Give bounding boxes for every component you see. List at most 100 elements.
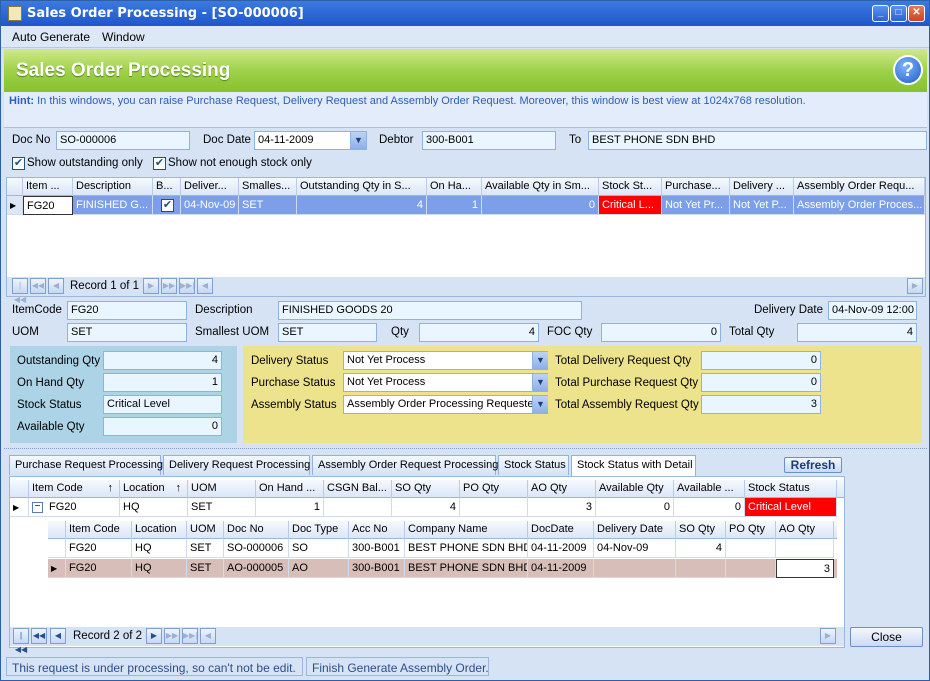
col-header[interactable]: Assembly Order Requ... — [794, 178, 925, 196]
col-header[interactable]: Acc No — [349, 521, 405, 539]
smallest-uom-field[interactable]: SET — [278, 323, 377, 342]
cell[interactable] — [726, 559, 776, 578]
cell[interactable]: ✔ — [153, 196, 181, 215]
cell[interactable]: Critical Level — [745, 498, 837, 517]
delivery-date-field[interactable]: 04-Nov-09 12:00 — [828, 301, 917, 320]
cell[interactable]: HQ — [132, 539, 187, 558]
col-header[interactable]: UOM — [187, 521, 224, 539]
col-header[interactable]: Purchase... — [662, 178, 730, 196]
col-header[interactable]: Stock Status — [745, 480, 837, 498]
table-row[interactable]: ▶ FG20 FINISHED G... ✔ 04-Nov-09 SET 4 1… — [7, 196, 925, 215]
tab-stock-status[interactable]: Stock Status — [498, 455, 569, 475]
col-header[interactable]: Doc No — [224, 521, 289, 539]
cell[interactable]: 04-11-2009 — [528, 559, 594, 578]
col-header[interactable]: Location — [132, 521, 187, 539]
uom-field[interactable]: SET — [67, 323, 187, 342]
cell[interactable]: FG20 — [23, 196, 73, 215]
onhand-field[interactable]: 1 — [103, 373, 222, 392]
total-qty-field[interactable]: 4 — [797, 323, 917, 342]
prev-record-icon[interactable]: ◀ — [48, 278, 64, 294]
col-header[interactable]: PO Qty — [460, 480, 528, 498]
cell[interactable] — [776, 539, 834, 558]
cell[interactable] — [726, 539, 776, 558]
cell[interactable]: 04-Nov-09 — [181, 196, 239, 215]
col-header[interactable]: Company Name — [405, 521, 528, 539]
cell[interactable]: 4 — [676, 539, 726, 558]
first-record-icon[interactable]: |◀◀ — [12, 278, 28, 304]
cell[interactable]: BEST PHONE SDN BHD — [405, 559, 528, 578]
row-checkbox[interactable]: ✔ — [161, 199, 174, 212]
prev-page-icon[interactable]: ◀◀ — [30, 278, 46, 294]
date-dropdown-icon[interactable]: ▼ — [350, 132, 366, 149]
assembly-status-select[interactable]: Assembly Order Processing Requested — [343, 395, 548, 414]
cell[interactable]: AO-000005 — [224, 559, 289, 578]
next-page-icon[interactable]: ▶▶ — [161, 278, 177, 294]
table-row[interactable]: ▶ − FG20 HQ SET 1 4 3 0 0 Critical Level — [10, 498, 844, 517]
col-header[interactable]: Smalles... — [239, 178, 297, 196]
cell[interactable]: 04-Nov-09 — [594, 539, 676, 558]
scroll-left-icon[interactable]: ◀ — [197, 278, 213, 294]
cell[interactable]: 1 — [256, 498, 324, 517]
cell[interactable]: HQ — [132, 559, 187, 578]
col-header[interactable]: On Hand ... — [256, 480, 324, 498]
cell[interactable]: − FG20 — [29, 498, 120, 517]
itemcode-field[interactable]: FG20 — [67, 301, 187, 320]
menu-window[interactable]: Window — [102, 30, 145, 44]
cell[interactable]: 1 — [427, 196, 482, 215]
total-delivery-field[interactable]: 0 — [701, 351, 821, 370]
col-header[interactable]: SO Qty — [676, 521, 726, 539]
maximize-icon[interactable]: □ — [890, 5, 907, 22]
not-enough-checkbox[interactable]: ✔ — [153, 157, 166, 170]
scroll-left-icon[interactable]: ◀ — [200, 628, 216, 644]
help-icon[interactable]: ? — [893, 55, 923, 85]
cell[interactable]: Not Yet Pr... — [662, 196, 730, 215]
last-record-icon[interactable]: ▶▶| — [182, 628, 198, 644]
collapse-icon[interactable]: − — [32, 502, 43, 513]
minimize-icon[interactable]: _ — [872, 5, 889, 22]
col-header[interactable]: Deliver... — [181, 178, 239, 196]
col-header[interactable]: Delivery Date — [594, 521, 676, 539]
col-header[interactable]: DocDate — [528, 521, 594, 539]
cell[interactable]: SET — [187, 559, 224, 578]
col-header[interactable]: Doc Type — [289, 521, 349, 539]
menu-auto-generate[interactable]: Auto Generate — [12, 30, 90, 44]
col-header[interactable]: SO Qty — [392, 480, 460, 498]
cell[interactable]: HQ — [120, 498, 188, 517]
chevron-down-icon[interactable]: ▼ — [532, 374, 548, 391]
chevron-down-icon[interactable]: ▼ — [532, 396, 548, 413]
cell[interactable]: 0 — [596, 498, 674, 517]
stock-status-field[interactable]: Critical Level — [103, 395, 222, 414]
delivery-status-select[interactable]: Not Yet Process — [343, 351, 548, 370]
to-field[interactable]: BEST PHONE SDN BHD — [588, 131, 927, 150]
col-header[interactable]: Available ... — [674, 480, 745, 498]
tab-stock-status-detail[interactable]: Stock Status with Detail — [571, 455, 696, 476]
col-header[interactable]: Location ↑ — [120, 480, 188, 498]
close-window-icon[interactable]: ✕ — [908, 5, 925, 22]
col-header[interactable]: Item ... — [23, 178, 73, 196]
cell[interactable]: 0 — [482, 196, 599, 215]
col-header[interactable]: Delivery ... — [730, 178, 794, 196]
debtor-field[interactable]: 300-B001 — [422, 131, 556, 150]
refresh-button[interactable]: Refresh — [784, 457, 842, 473]
cell[interactable]: FINISHED G... — [73, 196, 153, 215]
sub-table-row[interactable]: ▶ FG20 HQ SET AO-000005 AO 300-B001 BEST… — [48, 559, 837, 578]
cell[interactable]: BEST PHONE SDN BHD — [405, 539, 528, 558]
col-header[interactable]: AO Qty — [528, 480, 596, 498]
cell[interactable]: 0 — [674, 498, 745, 517]
cell[interactable]: 04-11-2009 — [528, 539, 594, 558]
qty-field[interactable]: 4 — [419, 323, 539, 342]
close-button[interactable]: Close — [850, 627, 923, 647]
cell[interactable] — [460, 498, 528, 517]
first-record-icon[interactable]: |◀◀ — [13, 628, 29, 654]
col-header[interactable]: Description — [73, 178, 153, 196]
outstanding-checkbox[interactable]: ✔ — [12, 157, 25, 170]
col-header[interactable]: UOM — [188, 480, 256, 498]
cell[interactable] — [324, 498, 392, 517]
available-field[interactable]: 0 — [103, 417, 222, 436]
title-bar[interactable]: Sales Order Processing - [SO-000006] _ □… — [1, 1, 929, 26]
cell[interactable]: 3 — [528, 498, 596, 517]
cell[interactable]: Not Yet P... — [730, 196, 794, 215]
prev-record-icon[interactable]: ◀ — [50, 628, 66, 644]
cell[interactable] — [676, 559, 726, 578]
cell[interactable]: SO — [289, 539, 349, 558]
